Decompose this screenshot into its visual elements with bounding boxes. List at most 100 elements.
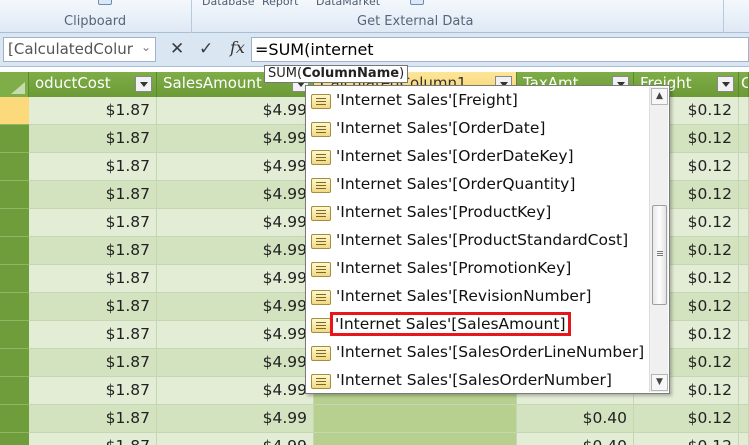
table-cell[interactable]: $1.87	[29, 293, 157, 321]
table-cell[interactable]: $1.87	[29, 405, 157, 433]
tooltip-function: SUM(	[268, 66, 303, 81]
ribbon-item-report[interactable]: Report	[262, 0, 298, 8]
row-header[interactable]	[0, 153, 29, 181]
autocomplete-item[interactable]: 'Internet Sales'[OrderDate]	[306, 115, 649, 143]
autocomplete-item[interactable]: 'Internet Sales'[SalesAmount]	[306, 311, 649, 339]
table-cell[interactable]: $4.99	[157, 125, 314, 153]
row-header[interactable]	[0, 377, 29, 405]
scroll-down-icon[interactable]: ▼	[651, 374, 668, 391]
table-cell[interactable]: $0.40	[517, 405, 634, 433]
name-box[interactable]: [CalculatedColur ⌄	[3, 37, 156, 62]
column-table-icon	[311, 290, 331, 305]
table-cell[interactable]: $4.99	[157, 209, 314, 237]
table-cell[interactable]	[739, 265, 749, 293]
formula-input[interactable]: =SUM(internet	[251, 37, 749, 62]
row-header[interactable]	[0, 181, 29, 209]
table-cell[interactable]	[739, 349, 749, 377]
column-table-icon	[311, 150, 331, 165]
table-cell[interactable]: $1.87	[29, 237, 157, 265]
table-cell[interactable]: $4.99	[157, 433, 314, 445]
table-cell[interactable]: $4.99	[157, 265, 314, 293]
autocomplete-item[interactable]: 'Internet Sales'[OrderDateKey]	[306, 143, 649, 171]
table-cell[interactable]: $1.87	[29, 265, 157, 293]
column-table-icon	[311, 318, 331, 333]
table-cell[interactable]	[739, 181, 749, 209]
autocomplete-list[interactable]: 'Internet Sales'[Freight] 'Internet Sales…	[305, 85, 670, 394]
table-cell[interactable]: $1.87	[29, 153, 157, 181]
autocomplete-item[interactable]: 'Internet Sales'[Freight]	[306, 87, 649, 115]
table-cell[interactable]	[314, 405, 517, 433]
table-cell[interactable]: $1.87	[29, 125, 157, 153]
table-cell[interactable]: $0.12	[634, 405, 739, 433]
table-cell[interactable]	[739, 405, 749, 433]
autocomplete-item[interactable]: 'Internet Sales'[ProductKey]	[306, 199, 649, 227]
table-cell[interactable]: $4.99	[157, 405, 314, 433]
table-cell[interactable]: $1.87	[29, 181, 157, 209]
row-header[interactable]	[0, 433, 29, 445]
autocomplete-item[interactable]: 'Internet Sales'[SalesOrderNumber]	[306, 367, 649, 395]
table-cell[interactable]: $4.99	[157, 349, 314, 377]
table-cell[interactable]	[739, 209, 749, 237]
table-cell[interactable]: $4.99	[157, 181, 314, 209]
autocomplete-item-label: 'Internet Sales'[ProductKey]	[336, 203, 552, 221]
table-cell[interactable]: $1.87	[29, 349, 157, 377]
row-header[interactable]	[0, 125, 29, 153]
row-header[interactable]	[0, 349, 29, 377]
table-cell[interactable]	[739, 321, 749, 349]
table-cell[interactable]: $4.99	[157, 293, 314, 321]
row-header[interactable]	[0, 209, 29, 237]
table-cell[interactable]	[739, 97, 749, 125]
row-header[interactable]	[0, 97, 29, 125]
column-header-next[interactable]: C	[739, 72, 749, 97]
table-cell[interactable]: $1.87	[29, 377, 157, 405]
table-cell[interactable]: $1.87	[29, 97, 157, 125]
table-cell[interactable]	[739, 237, 749, 265]
refresh-icon[interactable]	[410, 0, 424, 5]
column-table-icon	[311, 206, 331, 221]
table-cell[interactable]	[739, 377, 749, 405]
select-all-corner[interactable]	[0, 72, 29, 97]
table-cell[interactable]: $1.87	[29, 433, 157, 445]
table-cell[interactable]: $4.99	[157, 237, 314, 265]
table-cell[interactable]: $4.99	[157, 97, 314, 125]
autocomplete-item[interactable]: 'Internet Sales'[PromotionKey]	[306, 255, 649, 283]
table-cell[interactable]: $4.99	[157, 153, 314, 181]
table-cell[interactable]	[739, 125, 749, 153]
row-header[interactable]	[0, 265, 29, 293]
autocomplete-item[interactable]: 'Internet Sales'[OrderQuantity]	[306, 171, 649, 199]
autocomplete-item[interactable]: 'Internet Sales'[SalesOrderLineNumber]	[306, 339, 649, 367]
column-header-productcost[interactable]: oductCost	[29, 72, 157, 97]
table-cell[interactable]: $4.99	[157, 377, 314, 405]
scroll-up-icon[interactable]: ▲	[651, 88, 668, 105]
filter-dropdown-icon[interactable]	[135, 76, 152, 92]
cancel-icon[interactable]: ✕	[170, 39, 184, 59]
grip-icon	[657, 251, 663, 252]
copy-icon[interactable]	[98, 0, 112, 5]
insert-function-icon[interactable]: fx	[230, 38, 245, 57]
enter-check-icon[interactable]: ✓	[199, 39, 213, 59]
table-cell[interactable]: $1.87	[29, 209, 157, 237]
row-header[interactable]	[0, 405, 29, 433]
scroll-thumb[interactable]	[652, 205, 667, 305]
autocomplete-item[interactable]: 'Internet Sales'[RevisionNumber]	[306, 283, 649, 311]
table-cell[interactable]	[739, 433, 749, 445]
table-cell[interactable]	[739, 153, 749, 181]
table-cell[interactable]: $0.12	[634, 433, 739, 445]
row-header[interactable]	[0, 293, 29, 321]
table-cell[interactable]: $0.40	[517, 433, 634, 445]
ribbon-item-datamarket[interactable]: DataMarket	[316, 0, 380, 8]
autocomplete-item-label: 'Internet Sales'[RevisionNumber]	[336, 287, 592, 305]
row-header[interactable]	[0, 321, 29, 349]
autocomplete-item[interactable]: 'Internet Sales'[ProductStandardCost]	[306, 227, 649, 255]
table-cell[interactable]	[739, 293, 749, 321]
table-cell[interactable]: $4.99	[157, 321, 314, 349]
table-cell[interactable]	[314, 433, 517, 445]
chevron-down-icon[interactable]: ⌄	[141, 40, 151, 54]
ribbon-item-database[interactable]: Database	[202, 0, 255, 8]
table-cell[interactable]: $1.87	[29, 321, 157, 349]
scrollbar[interactable]: ▲ ▼	[649, 87, 668, 392]
row-header[interactable]	[0, 237, 29, 265]
autocomplete-item-label: 'Internet Sales'[SalesOrderNumber]	[336, 371, 612, 389]
filter-dropdown-icon[interactable]	[717, 76, 734, 92]
ribbon-separator	[723, 0, 724, 33]
